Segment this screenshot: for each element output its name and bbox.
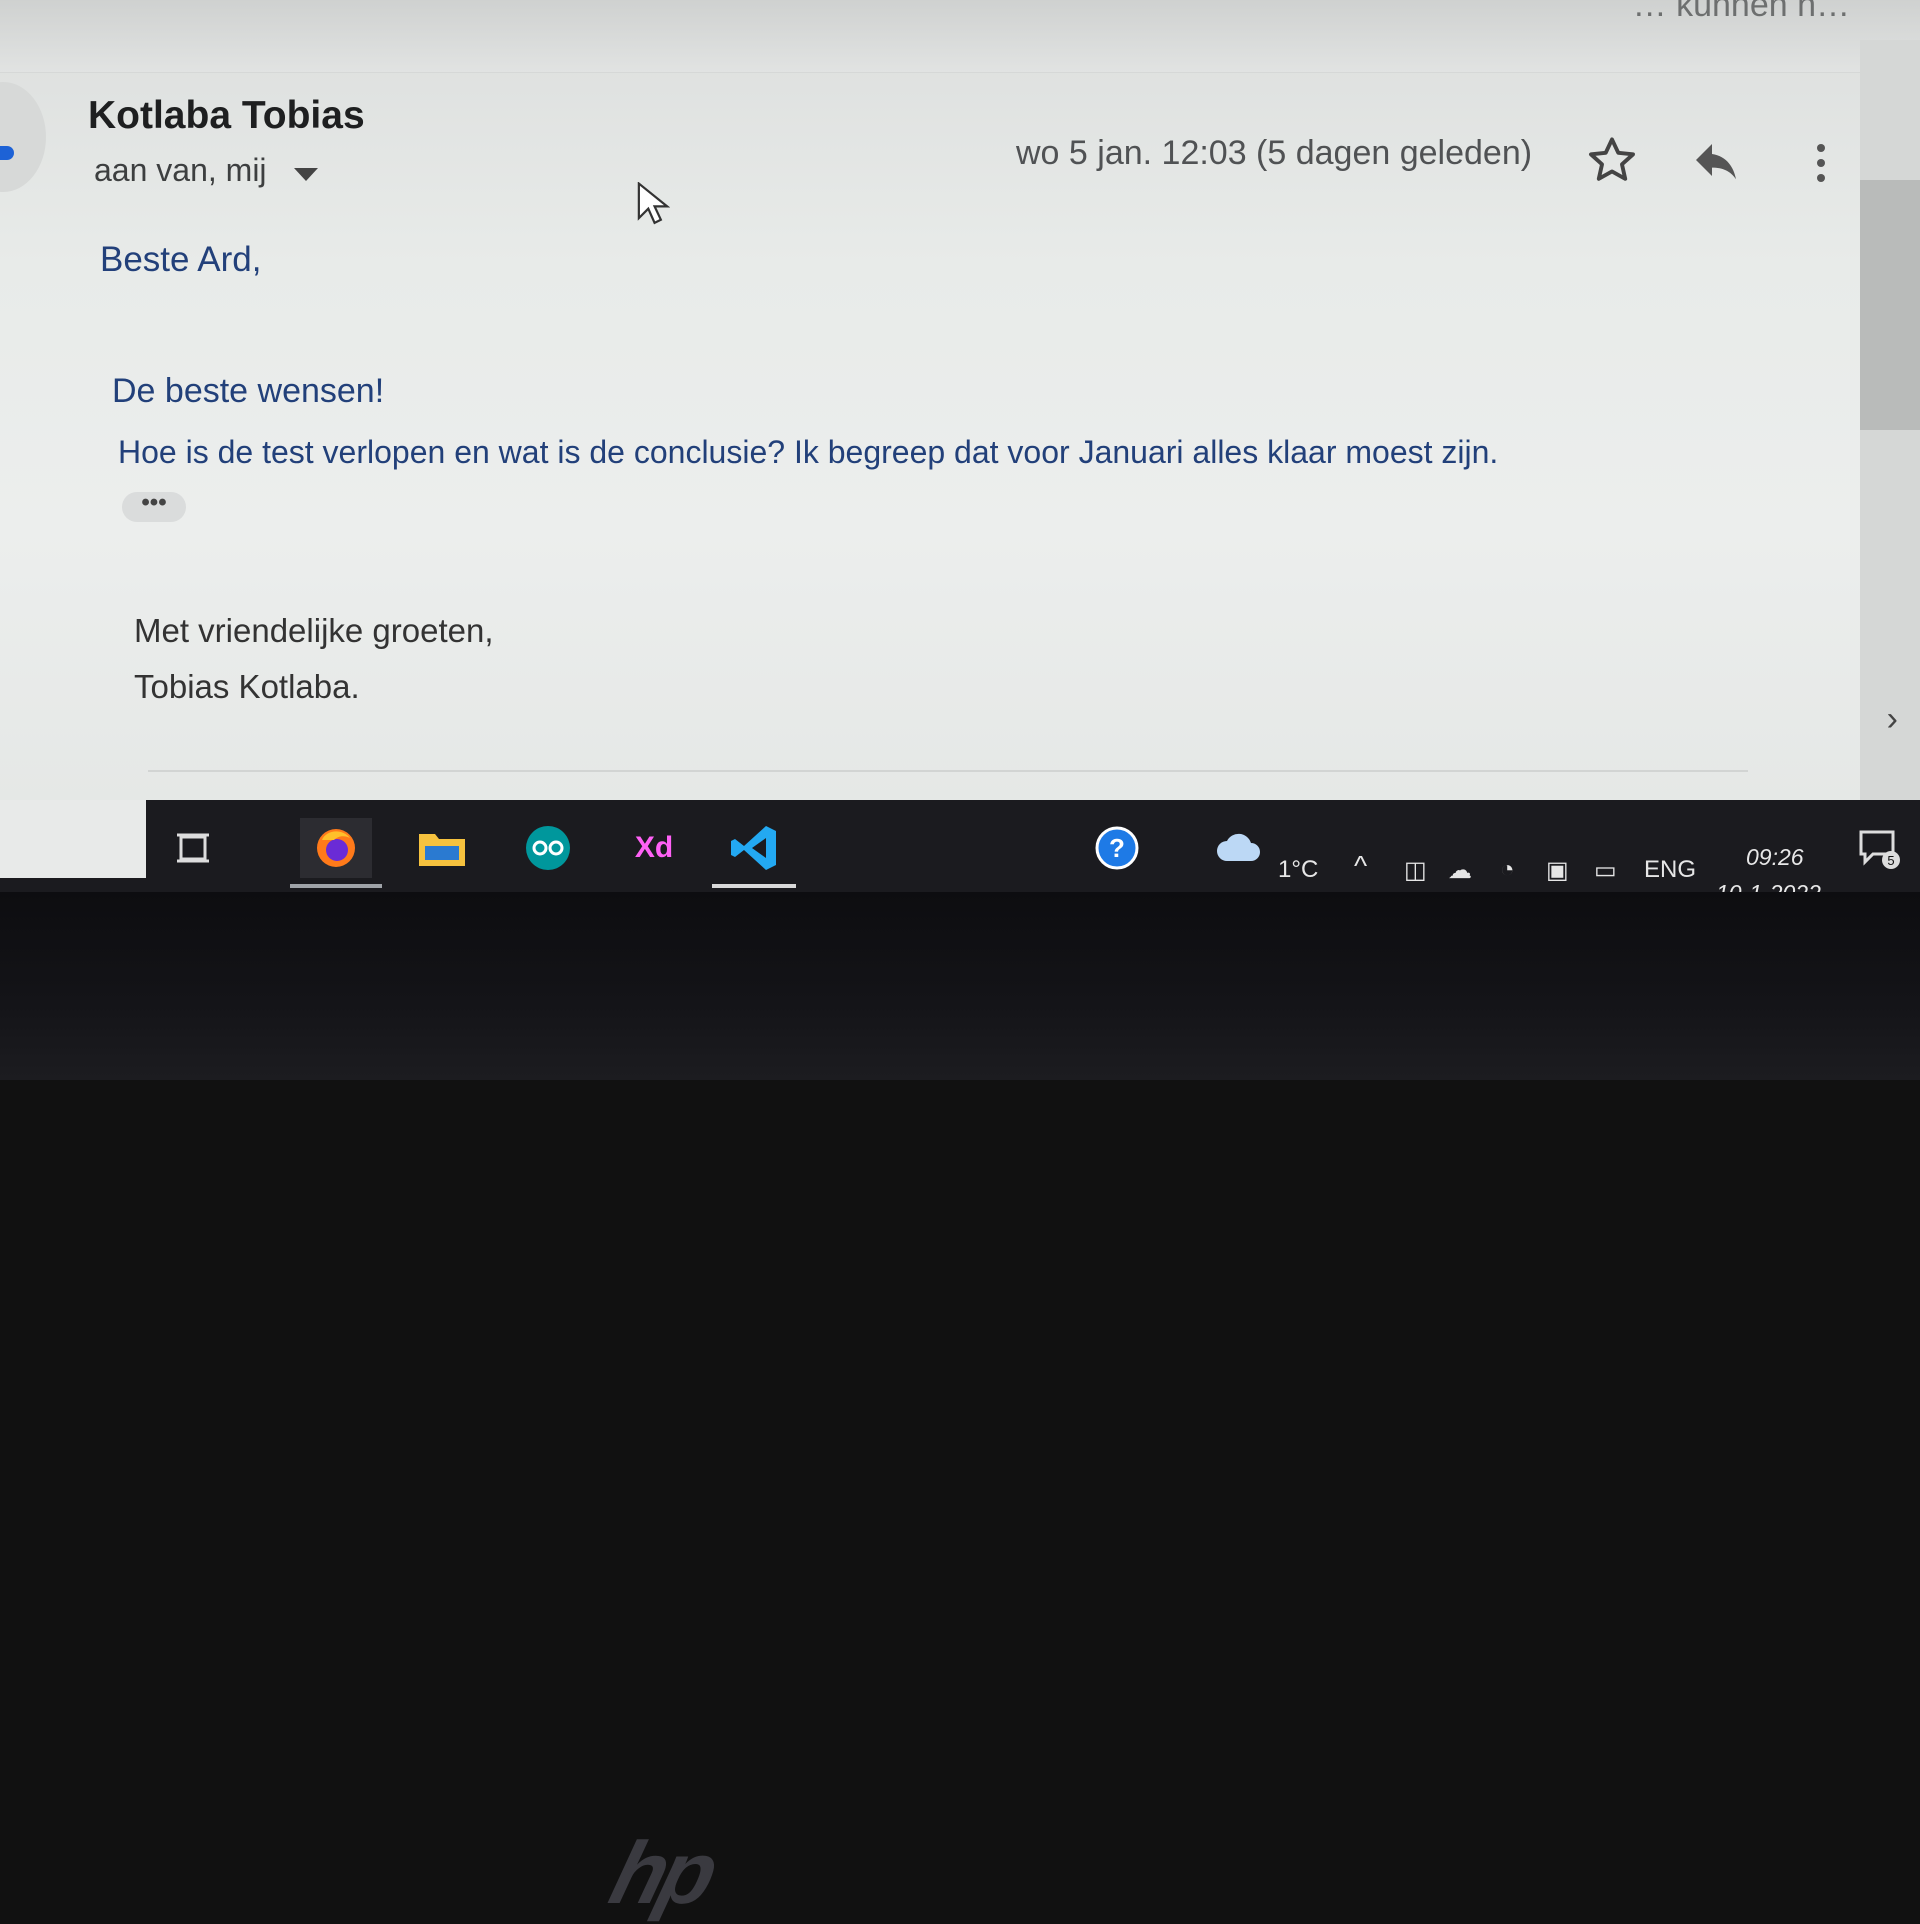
folder-icon[interactable] <box>414 818 470 878</box>
battery-icon[interactable]: ▭ <box>1594 856 1617 885</box>
divider <box>148 770 1748 772</box>
greeting-text: Beste Ard, <box>100 240 262 279</box>
recipients-line: aan van, mij <box>94 152 267 188</box>
notification-icon[interactable]: 5 <box>1854 818 1904 878</box>
mouse-cursor-icon <box>637 182 670 225</box>
chevron-up-icon[interactable]: ^ <box>1354 850 1367 882</box>
weather-cloud-icon[interactable] <box>1214 818 1264 878</box>
language-indicator[interactable]: ENG <box>1644 856 1696 884</box>
regards-text: Met vriendelijke groeten, <box>134 612 494 649</box>
task-view-icon[interactable] <box>170 818 218 878</box>
wifi-icon[interactable]: ◔ <box>1500 856 1515 884</box>
search-box-area[interactable] <box>0 800 146 878</box>
previous-message-text: … kunnen n… <box>1632 0 1850 24</box>
reply-icon[interactable] <box>1692 140 1740 188</box>
previous-message-strip[interactable]: … kunnen n… <box>0 0 1920 73</box>
show-trimmed-content-button[interactable]: ••• <box>122 491 186 522</box>
star-icon[interactable] <box>1586 134 1638 186</box>
vscode-active-indicator <box>712 884 796 888</box>
signature-text: Tobias Kotlaba. <box>134 668 360 705</box>
wishes-text: De beste wensen! <box>112 372 385 410</box>
xd-icon[interactable]: Xd <box>626 818 682 878</box>
laptop-bezel: hp <box>0 892 1920 1922</box>
email-window: … kunnen n… Kotlaba Tobias aan van, mij … <box>0 0 1920 880</box>
avatar[interactable] <box>0 82 46 192</box>
weather-temperature[interactable]: 1°C <box>1278 856 1318 884</box>
taskbar <box>0 800 1920 892</box>
arduino-icon[interactable] <box>520 818 576 878</box>
question-text: Hoe is de test verlopen en wat is de con… <box>118 434 1499 470</box>
xd-label: Xd <box>634 831 674 864</box>
firefox-active-indicator <box>290 884 382 888</box>
help-icon[interactable]: ? <box>1092 818 1142 878</box>
onedrive-icon[interactable]: ☁ <box>1448 856 1472 885</box>
firefox-icon[interactable] <box>300 818 372 878</box>
svg-text:?: ? <box>1109 833 1125 863</box>
display-icon[interactable]: ▣ <box>1546 856 1569 885</box>
sender-name[interactable]: Kotlaba Tobias <box>88 94 365 138</box>
meet-now-icon[interactable]: ◫ <box>1404 856 1427 885</box>
details-dropdown-icon[interactable] <box>294 168 318 181</box>
hp-logo: hp <box>600 1823 723 1922</box>
chevron-right-icon[interactable]: › <box>1887 700 1898 739</box>
more-options-icon[interactable] <box>1815 144 1827 194</box>
vscode-icon[interactable] <box>724 818 784 878</box>
avatar-indicator <box>0 146 14 160</box>
email-date: wo 5 jan. 12:03 (5 dagen geleden) <box>1016 134 1533 172</box>
scrollbar-thumb[interactable] <box>1860 180 1920 430</box>
clock-time[interactable]: 09:26 <box>1746 844 1804 871</box>
notification-count: 5 <box>1887 853 1894 868</box>
